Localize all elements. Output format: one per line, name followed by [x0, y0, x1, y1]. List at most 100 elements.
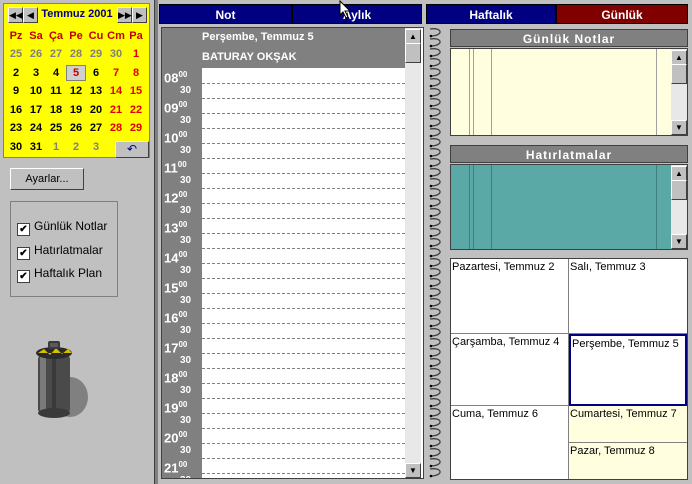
tab-monthly[interactable]: Aylık: [292, 4, 422, 24]
day-scrollbar[interactable]: ▲ ▼: [405, 28, 421, 478]
tab-note[interactable]: Not: [159, 4, 292, 24]
time-slot-line: [202, 188, 405, 189]
calendar-day[interactable]: 29: [86, 46, 106, 62]
calendar-day[interactable]: 18: [46, 102, 66, 118]
calendar-day[interactable]: 27: [46, 46, 66, 62]
calendar-day[interactable]: 1: [46, 139, 66, 155]
weekday-header: Pe: [69, 30, 83, 42]
hour-minutes: 00: [178, 310, 188, 319]
calendar-day[interactable]: 22: [126, 102, 146, 118]
calendar-day[interactable]: 14: [106, 83, 126, 99]
week-cell-thursday[interactable]: Perşembe, Temmuz 5: [569, 334, 687, 406]
panel-divider[interactable]: [154, 0, 158, 484]
calendar-day[interactable]: 2: [6, 65, 26, 81]
trash-can-icon[interactable]: [34, 339, 90, 421]
prev-year-button[interactable]: ◀◀: [8, 7, 23, 23]
calendar-day[interactable]: 26: [66, 120, 86, 136]
tab-daily[interactable]: Günlük: [556, 4, 688, 24]
calendar-day[interactable]: 15: [126, 83, 146, 99]
notes-scrollbar[interactable]: ▲ ▼: [671, 49, 687, 135]
scroll-down-icon[interactable]: ▼: [671, 234, 687, 249]
scroll-thumb[interactable]: [405, 43, 421, 63]
checkbox-icon[interactable]: ✔: [17, 223, 30, 236]
week-cell-wednesday[interactable]: Çarşamba, Temmuz 4: [451, 334, 569, 406]
settings-button[interactable]: Ayarlar...: [10, 168, 84, 190]
calendar-day[interactable]: 7: [106, 65, 126, 81]
calendar-day[interactable]: 11: [46, 83, 66, 99]
scroll-up-icon[interactable]: ▲: [405, 29, 421, 44]
next-month-button[interactable]: ▶▶: [117, 7, 132, 23]
calendar-day[interactable]: 3: [26, 65, 46, 81]
scroll-thumb[interactable]: [671, 64, 687, 84]
week-cell-friday[interactable]: Cuma, Temmuz 6: [451, 406, 569, 479]
calendar-day[interactable]: 16: [6, 102, 26, 118]
calendar-day[interactable]: 6: [86, 65, 106, 81]
calendar-day[interactable]: 30: [106, 46, 126, 62]
week-cell-monday[interactable]: Pazartesi, Temmuz 2: [451, 259, 569, 334]
calendar-day[interactable]: 19: [66, 102, 86, 118]
hour-minutes: 00: [178, 130, 188, 139]
calendar-day[interactable]: 4: [46, 65, 66, 81]
undo-icon[interactable]: ↶: [115, 141, 149, 158]
time-slot-line: [202, 83, 405, 84]
hour-number: 17: [164, 340, 179, 356]
calendar-day[interactable]: 13: [86, 83, 106, 99]
calendar-day[interactable]: 25: [46, 120, 66, 136]
calendar-day[interactable]: 28: [106, 120, 126, 136]
calendar-day[interactable]: 25: [6, 46, 26, 62]
scroll-thumb[interactable]: [671, 180, 687, 200]
checkbox-icon[interactable]: ✔: [17, 247, 30, 260]
weekday-header: Cm: [107, 30, 125, 42]
hour-label: 0800: [164, 70, 187, 85]
hour-label: 2000: [164, 430, 187, 445]
calendar-day[interactable]: 8: [126, 65, 146, 81]
calendar-day[interactable]: 9: [6, 83, 26, 99]
calendar-day[interactable]: 12: [66, 83, 86, 99]
scroll-down-icon[interactable]: ▼: [671, 120, 687, 135]
next-year-button[interactable]: ▶: [132, 7, 147, 23]
option-label: Haftalık Plan: [34, 266, 103, 280]
calendar-day[interactable]: 17: [26, 102, 46, 118]
reminders-scrollbar[interactable]: ▲ ▼: [671, 165, 687, 249]
hour-label: 1600: [164, 310, 187, 325]
reminders-area[interactable]: ▲ ▼: [450, 164, 688, 250]
calendar-day[interactable]: 26: [26, 46, 46, 62]
calendar-day[interactable]: 27: [86, 120, 106, 136]
week-cell-saturday[interactable]: Cumartesi, Temmuz 7: [569, 406, 687, 443]
calendar-day[interactable]: 30: [6, 139, 26, 155]
time-slot-line: [202, 428, 405, 429]
daily-notes-area[interactable]: ▲ ▼: [450, 48, 688, 136]
calendar-day[interactable]: 2: [66, 139, 86, 155]
calendar-day[interactable]: 24: [26, 120, 46, 136]
calendar-day[interactable]: 21: [106, 102, 126, 118]
calendar-day[interactable]: 10: [26, 83, 46, 99]
week-cell-sunday[interactable]: Pazar, Temmuz 8: [569, 443, 687, 479]
time-slot-line: [202, 98, 405, 99]
option-daily-notes[interactable]: ✔ Günlük Notlar: [17, 218, 107, 236]
calendar-day[interactable]: 29: [126, 120, 146, 136]
checkbox-icon[interactable]: ✔: [17, 270, 30, 283]
day-date-title: Perşembe, Temmuz 5: [202, 31, 314, 43]
time-slot-line: [202, 173, 405, 174]
prev-month-button[interactable]: ◀: [23, 7, 38, 23]
calendar-day[interactable]: 31: [26, 139, 46, 155]
hour-minutes: 00: [178, 190, 188, 199]
half-hour-label: 30: [180, 385, 192, 396]
scroll-down-icon[interactable]: ▼: [405, 463, 421, 478]
day-schedule: Perşembe, Temmuz 5 BATURAY OKŞAK 0800 30 0…: [161, 27, 424, 479]
calendar-day[interactable]: 1: [126, 46, 146, 62]
hour-minutes: 00: [177, 160, 187, 169]
tab-weekly[interactable]: Haftalık: [426, 4, 556, 24]
week-cell-tuesday[interactable]: Salı, Temmuz 3: [569, 259, 687, 334]
scroll-up-icon[interactable]: ▲: [671, 50, 687, 65]
calendar-day[interactable]: 28: [66, 46, 86, 62]
calendar-day[interactable]: 3: [86, 139, 106, 155]
calendar-day[interactable]: 5: [66, 64, 86, 81]
option-reminders[interactable]: ✔ Hatırlatmalar: [17, 242, 103, 260]
weekday-header: Pa: [129, 30, 143, 42]
calendar-day[interactable]: 20: [86, 102, 106, 118]
hour-minutes: 00: [178, 430, 188, 439]
scroll-up-icon[interactable]: ▲: [671, 166, 687, 181]
option-weekly-plan[interactable]: ✔ Haftalık Plan: [17, 265, 103, 283]
calendar-day[interactable]: 23: [6, 120, 26, 136]
